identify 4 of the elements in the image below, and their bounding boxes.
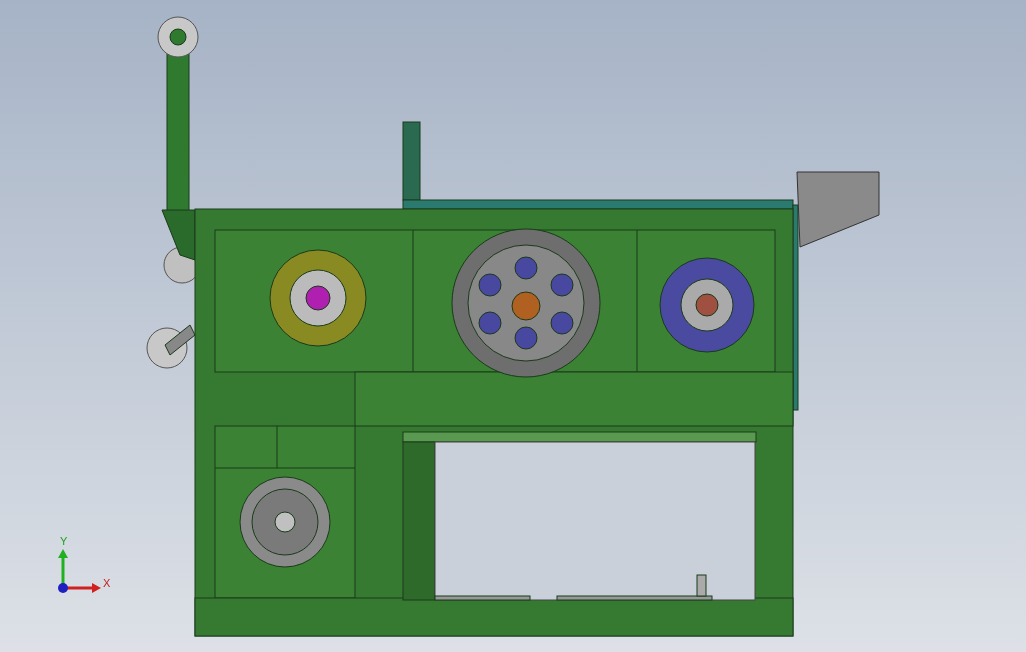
cad-viewport[interactable]: Y X	[0, 0, 1026, 652]
x-axis-label: X	[103, 577, 111, 589]
axis-triad-icon	[58, 549, 101, 593]
y-axis-label: Y	[60, 535, 68, 547]
